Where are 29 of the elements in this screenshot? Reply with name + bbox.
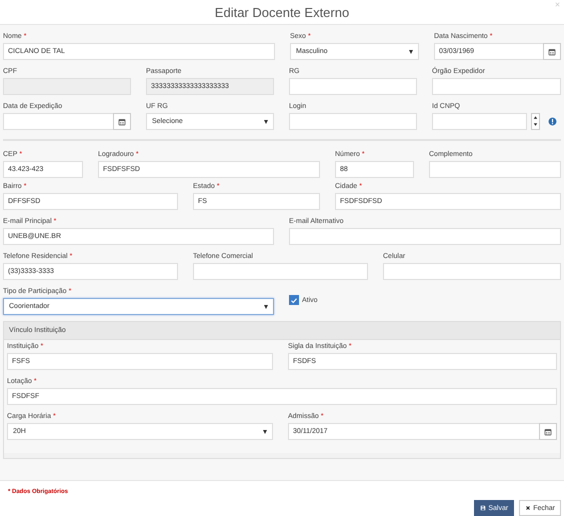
text-field[interactable] [289, 78, 417, 95]
up-arrow-icon [532, 114, 539, 121]
text-field[interactable] [289, 113, 417, 130]
close-icon[interactable] [554, 1, 561, 8]
caret-icon [263, 430, 267, 434]
spinner-buttons[interactable] [531, 113, 540, 130]
close-icon [525, 505, 532, 511]
calendar-button[interactable] [539, 423, 557, 440]
calendar-icon [118, 118, 126, 126]
text-field[interactable] [383, 263, 561, 280]
text-field[interactable] [429, 161, 561, 178]
calendar-icon [544, 428, 552, 436]
info-icon[interactable] [548, 117, 557, 126]
text-field[interactable] [432, 78, 561, 95]
text-field[interactable] [289, 228, 561, 245]
caret-icon [264, 120, 268, 124]
date-field[interactable] [3, 113, 114, 130]
dialog-title: Editar Docente Externo [214, 4, 350, 20]
calendar-button[interactable] [543, 43, 561, 60]
caret-icon [264, 304, 268, 308]
down-arrow-icon [532, 121, 539, 128]
calendar-icon [548, 48, 556, 56]
caret-icon [409, 50, 413, 54]
text-field[interactable] [193, 263, 368, 280]
check-icon [290, 296, 298, 304]
calendar-button[interactable] [113, 113, 131, 130]
save-icon [480, 505, 486, 511]
number-field[interactable] [432, 113, 527, 130]
checkbox[interactable] [289, 295, 299, 305]
